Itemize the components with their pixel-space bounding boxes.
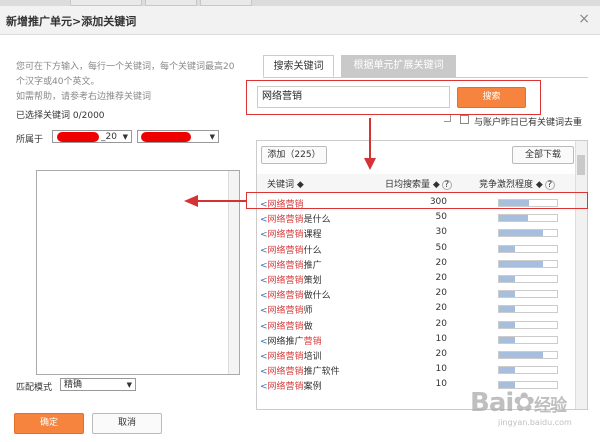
watermark-url: jingyan.baidu.com bbox=[498, 418, 572, 427]
paw-icon: ✿ bbox=[513, 388, 535, 418]
left-arrow-head bbox=[184, 195, 198, 207]
watermark-brand: Bai bbox=[470, 388, 514, 418]
annotation-arrows bbox=[184, 118, 376, 207]
watermark-logo: Bai✿经验 bbox=[470, 388, 567, 418]
down-arrow-head bbox=[364, 158, 376, 170]
watermark-brand-suffix: 经验 bbox=[534, 396, 567, 416]
